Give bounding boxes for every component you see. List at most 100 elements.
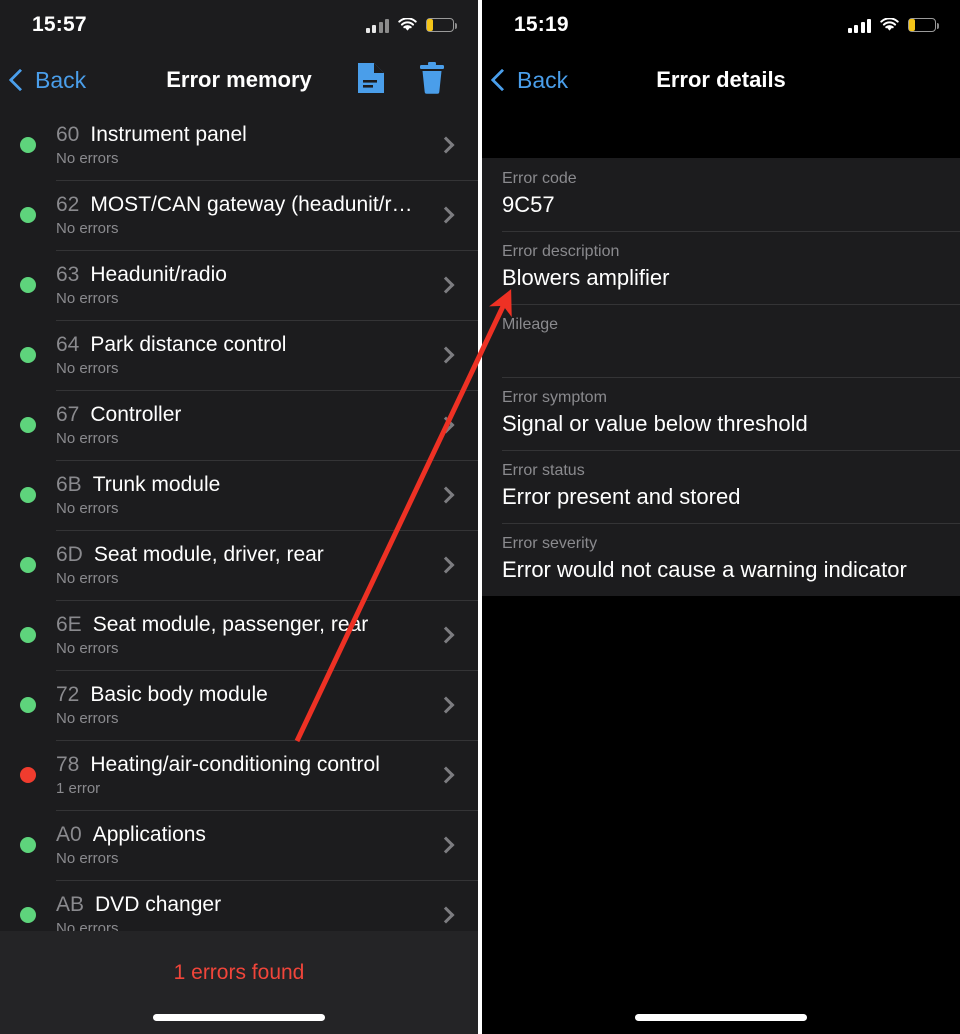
module-status: No errors: [56, 290, 119, 307]
nav-actions: [356, 61, 478, 100]
chevron-right-icon: [437, 346, 455, 364]
detail-label: Error status: [502, 462, 585, 479]
status-dot-ok: [20, 627, 36, 643]
table-row[interactable]: A0 Applications No errors: [0, 810, 478, 880]
detail-row: Error severity Error would not cause a wa…: [482, 523, 960, 596]
module-code: 6E: [56, 613, 82, 636]
row-heading: 64 Park distance control: [56, 333, 440, 357]
status-dot-ok: [20, 347, 36, 363]
row-heading: A0 Applications: [56, 823, 440, 847]
status-dot-ok: [20, 837, 36, 853]
module-name: Basic body module: [90, 683, 268, 706]
table-row[interactable]: 62 MOST/CAN gateway (headunit/ra… No error…: [0, 180, 478, 250]
table-row[interactable]: 6E Seat module, passenger, rear No errors: [0, 600, 478, 670]
right-status-bar: 15:19: [482, 0, 960, 50]
chevron-right-icon: [437, 836, 455, 854]
row-heading: 6B Trunk module: [56, 473, 440, 497]
right-nav-bar: Back Error details: [482, 50, 960, 110]
module-name: Park distance control: [90, 333, 287, 356]
left-nav-bar: Back Error memory: [0, 50, 478, 110]
row-text: 67 Controller No errors: [56, 403, 440, 447]
table-row[interactable]: 78 Heating/air-conditioning control 1 erro…: [0, 740, 478, 810]
trash-icon[interactable]: [416, 61, 448, 100]
document-icon[interactable]: [356, 61, 386, 100]
table-row[interactable]: 64 Park distance control No errors: [0, 320, 478, 390]
detail-label: Error symptom: [502, 389, 607, 406]
row-text: 6E Seat module, passenger, rear No errors: [56, 613, 440, 657]
detail-value: [502, 338, 960, 364]
right-phone-panel: 15:19 Back Error details Error code 9C57…: [482, 0, 960, 1034]
row-text: 63 Headunit/radio No errors: [56, 263, 440, 307]
error-details-list: Error code 9C57 Error description Blowers a…: [482, 158, 960, 596]
row-heading: 62 MOST/CAN gateway (headunit/ra…: [56, 193, 440, 217]
module-code: 72: [56, 683, 80, 706]
battery-icon: [426, 18, 457, 32]
table-row[interactable]: 72 Basic body module No errors: [0, 670, 478, 740]
status-indicators: [365, 18, 457, 33]
chevron-right-icon: [437, 206, 455, 224]
table-row[interactable]: 60 Instrument panel No errors: [0, 110, 478, 180]
home-indicator: [153, 1014, 325, 1021]
status-dot-ok: [20, 907, 36, 923]
module-status: No errors: [56, 430, 119, 447]
chevron-right-icon: [437, 486, 455, 504]
table-row[interactable]: 67 Controller No errors: [0, 390, 478, 460]
row-heading: 63 Headunit/radio: [56, 263, 440, 287]
chevron-right-icon: [437, 626, 455, 644]
back-button[interactable]: Back: [0, 67, 86, 94]
detail-row: Error description Blowers amplifier: [482, 231, 960, 304]
row-text: 6B Trunk module No errors: [56, 473, 440, 517]
chevron-right-icon: [437, 906, 455, 924]
module-name: Headunit/radio: [90, 263, 227, 286]
dual-screenshot-root: 15:57 Back Error memory 60 Instrument pa…: [0, 0, 960, 1034]
status-dot-ok: [20, 487, 36, 503]
chevron-right-icon: [437, 416, 455, 434]
status-dot-ok: [20, 417, 36, 433]
detail-row: Error code 9C57: [482, 158, 960, 231]
row-heading: 6E Seat module, passenger, rear: [56, 613, 440, 637]
row-text: 60 Instrument panel No errors: [56, 123, 440, 167]
cellular-signal-icon: [847, 18, 871, 33]
detail-value: Error would not cause a warning indicato…: [502, 557, 907, 582]
status-dot-ok: [20, 207, 36, 223]
home-indicator: [635, 1014, 807, 1021]
module-code: 64: [56, 333, 80, 356]
status-time: 15:57: [32, 13, 87, 36]
module-code: 62: [56, 193, 80, 216]
status-dot-ok: [20, 137, 36, 153]
back-button-label: Back: [517, 66, 569, 93]
cellular-signal-icon: [365, 18, 389, 33]
error-memory-list: 60 Instrument panel No errors 62 MOST/CAN ga…: [0, 110, 478, 950]
row-heading: 78 Heating/air-conditioning control: [56, 753, 440, 777]
status-dot-ok: [20, 557, 36, 573]
module-code: 78: [56, 753, 80, 776]
detail-value: Blowers amplifier: [502, 265, 670, 290]
module-name: Seat module, passenger, rear: [92, 613, 369, 636]
back-button[interactable]: Back: [482, 67, 568, 94]
left-phone-panel: 15:57 Back Error memory 60 Instrument pa…: [0, 0, 478, 1034]
module-name: Heating/air-conditioning control: [90, 753, 380, 776]
row-text: 72 Basic body module No errors: [56, 683, 440, 727]
status-time: 15:19: [514, 13, 569, 36]
detail-top-spacer: [482, 110, 960, 158]
detail-value: 9C57: [502, 192, 555, 217]
battery-icon: [908, 18, 939, 32]
table-row[interactable]: 63 Headunit/radio No errors: [0, 250, 478, 320]
module-name: MOST/CAN gateway (headunit/ra…: [90, 193, 421, 216]
row-heading: 60 Instrument panel: [56, 123, 440, 147]
module-status: No errors: [56, 220, 119, 237]
table-row[interactable]: 6B Trunk module No errors: [0, 460, 478, 530]
status-dot-error: [20, 767, 36, 783]
module-code: A0: [56, 823, 82, 846]
row-text: 78 Heating/air-conditioning control 1 erro…: [56, 753, 440, 797]
chevron-left-icon: [490, 68, 514, 92]
module-code: 67: [56, 403, 80, 426]
module-code: 60: [56, 123, 80, 146]
detail-label: Mileage: [502, 316, 559, 333]
row-text: A0 Applications No errors: [56, 823, 440, 867]
module-status: No errors: [56, 640, 119, 657]
table-row[interactable]: 6D Seat module, driver, rear No errors: [0, 530, 478, 600]
module-name: Trunk module: [92, 473, 221, 496]
detail-label: Error code: [502, 170, 577, 187]
row-heading: 6D Seat module, driver, rear: [56, 543, 440, 567]
